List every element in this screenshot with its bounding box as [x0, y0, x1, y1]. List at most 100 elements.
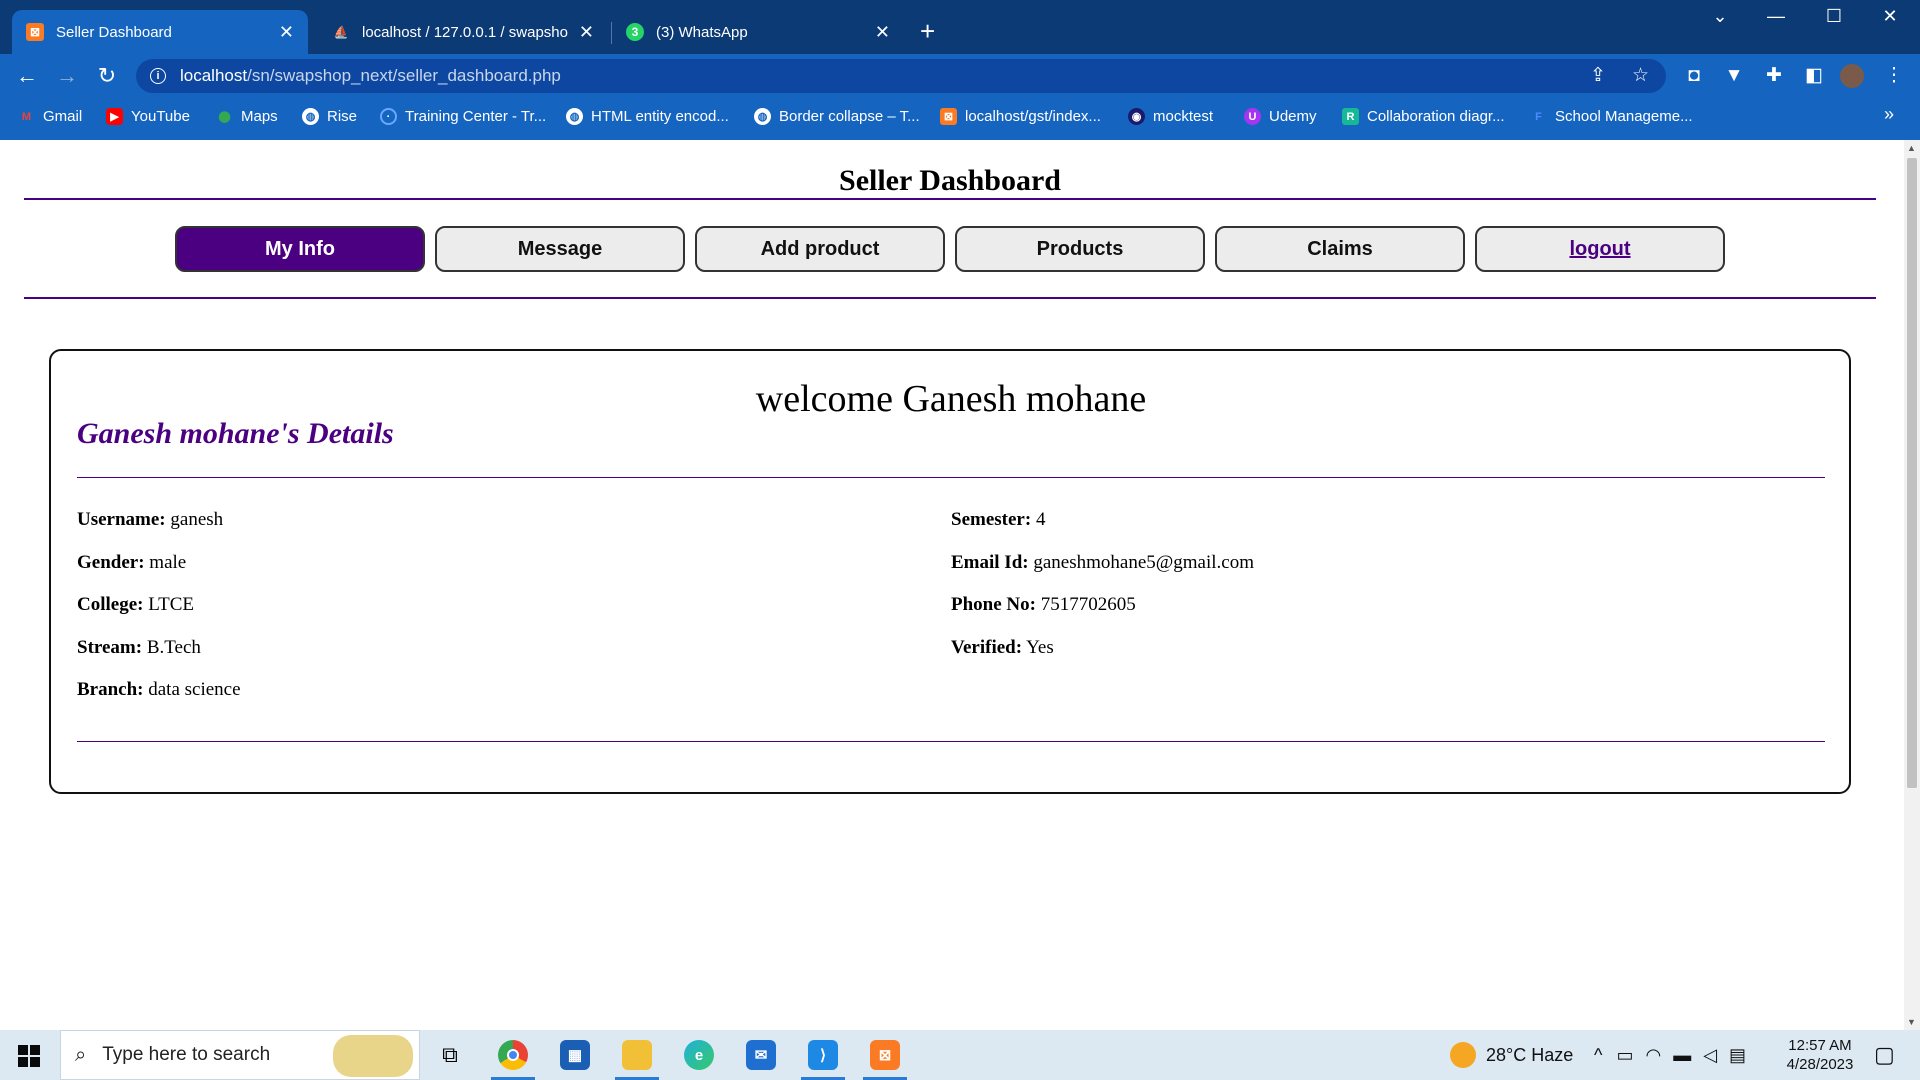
nav-products-button[interactable]: Products	[955, 226, 1205, 272]
details-divider	[77, 477, 1825, 478]
nav-message-button[interactable]: Message	[435, 226, 685, 272]
vue-extension-icon[interactable]: ▼	[1720, 62, 1748, 90]
taskbar-edge[interactable]: e	[669, 1030, 729, 1080]
chevron-up-icon[interactable]: ^	[1594, 1045, 1602, 1066]
bookmark-training-center[interactable]: · Training Center - Tr...	[380, 108, 546, 125]
details-heading: Ganesh mohane's Details	[77, 417, 394, 450]
bookmark-maps[interactable]: ⬤ Maps	[216, 108, 277, 125]
nav-label: Claims	[1307, 237, 1373, 260]
pocket-extension-icon[interactable]: ◘	[1680, 62, 1708, 90]
new-tab-icon[interactable]: +	[920, 16, 935, 46]
tab-search-chevron-icon[interactable]: ⌄	[1700, 6, 1740, 27]
taskbar-chrome[interactable]	[483, 1030, 543, 1080]
nav-label: My Info	[265, 237, 335, 260]
card-bottom-divider	[77, 741, 1825, 742]
volume-icon[interactable]: ◁	[1703, 1045, 1717, 1066]
bookmark-collaboration-diagram[interactable]: R Collaboration diagr...	[1342, 108, 1505, 125]
notifications-icon[interactable]: ▢	[1874, 1030, 1895, 1080]
scroll-up-icon[interactable]: ▲	[1907, 143, 1916, 153]
nav-my-info-button[interactable]: My Info	[175, 226, 425, 272]
bookmark-label: mocktest	[1153, 108, 1214, 125]
bookmark-youtube[interactable]: ▶ YouTube	[106, 108, 190, 125]
bookmark-localhost-gst[interactable]: ⊠ localhost/gst/index...	[940, 108, 1101, 125]
tab-label: localhost / 127.0.0.1 / swapshop_	[362, 23, 569, 41]
reload-icon[interactable]: ↻	[92, 62, 122, 90]
address-bar[interactable]: i localhost/sn/swapshop_next/seller_dash…	[136, 59, 1666, 93]
bookmarks-overflow-icon[interactable]: »	[1884, 104, 1894, 125]
site-info-icon[interactable]: i	[150, 68, 166, 84]
edge-icon: e	[684, 1040, 714, 1070]
nav-add-product-button[interactable]: Add product	[695, 226, 945, 272]
bookmark-label: YouTube	[131, 108, 190, 125]
field-label: Email Id:	[951, 552, 1029, 573]
xampp-icon: ⊠	[26, 23, 44, 41]
scroll-down-icon[interactable]: ▼	[1907, 1017, 1916, 1027]
nav-logout-button[interactable]: logout	[1475, 226, 1725, 272]
field-verified: Verified: Yes	[951, 637, 1054, 659]
bookmark-school-management[interactable]: F School Manageme...	[1530, 108, 1692, 125]
chrome-icon	[498, 1040, 528, 1070]
field-value: ganesh	[170, 509, 224, 530]
bookmark-gmail[interactable]: M Gmail	[18, 108, 82, 125]
task-view-icon[interactable]: ⧉	[420, 1030, 480, 1080]
bookmark-html-entity[interactable]: ◍ HTML entity encod...	[566, 108, 729, 125]
bookmark-rise[interactable]: ◍ Rise	[302, 108, 357, 125]
window-close-icon[interactable]: ✕	[1870, 6, 1910, 27]
bookmark-border-collapse[interactable]: ◍ Border collapse – T...	[754, 108, 920, 125]
field-college: College: LTCE	[77, 594, 194, 616]
taskbar-search-box[interactable]: ⌕ Type here to search	[60, 1030, 420, 1080]
bookmark-label: Border collapse – T...	[779, 108, 920, 125]
globe-icon: ◍	[754, 108, 771, 125]
taskbar-store[interactable]: ▦	[545, 1030, 605, 1080]
taskbar-vscode[interactable]: ⟩	[793, 1030, 853, 1080]
taskbar-file-explorer[interactable]	[607, 1030, 667, 1080]
tab-seller-dashboard[interactable]: ⊠ Seller Dashboard ✕	[12, 10, 308, 54]
field-value: LTCE	[148, 594, 194, 615]
bookmarks-bar: M Gmail ▶ YouTube ⬤ Maps ◍ Rise · Training Ce…	[0, 98, 1920, 140]
close-icon[interactable]: ✕	[875, 22, 890, 43]
xampp-icon: ⊠	[870, 1040, 900, 1070]
bookmark-label: localhost/gst/index...	[965, 108, 1101, 125]
taskbar-mail[interactable]: ✉	[731, 1030, 791, 1080]
maps-pin-icon: ⬤	[218, 111, 231, 123]
bookmark-udemy[interactable]: U Udemy	[1244, 108, 1317, 125]
nav-claims-button[interactable]: Claims	[1215, 226, 1465, 272]
logout-link[interactable]: logout	[1569, 238, 1630, 261]
field-semester: Semester: 4	[951, 509, 1045, 531]
bookmark-label: Rise	[327, 108, 358, 125]
language-icon[interactable]: ▤	[1729, 1045, 1746, 1066]
clock-time: 12:57 AM	[1788, 1037, 1852, 1054]
field-value: data science	[148, 679, 241, 700]
extensions-puzzle-icon[interactable]: ✚	[1760, 62, 1788, 90]
maximize-icon[interactable]: ☐	[1814, 6, 1854, 27]
mocktest-icon: ◉	[1128, 108, 1145, 125]
youtube-icon: ▶	[106, 108, 123, 125]
more-menu-icon[interactable]: ⋮	[1880, 62, 1908, 90]
bookmark-star-icon[interactable]: ☆	[1632, 59, 1649, 93]
tab-whatsapp[interactable]: 3 (3) WhatsApp ✕	[612, 10, 904, 54]
taskbar-clock[interactable]: 12:57 AM 4/28/2023	[1770, 1036, 1870, 1074]
meet-now-icon[interactable]: ▭	[1616, 1045, 1633, 1066]
field-value: B.Tech	[146, 637, 201, 658]
bookmark-mocktest[interactable]: ◉ mocktest	[1128, 108, 1213, 125]
close-icon[interactable]: ✕	[579, 22, 594, 43]
close-icon[interactable]: ✕	[279, 22, 294, 43]
field-value: Yes	[1026, 637, 1054, 658]
tab-phpmyadmin[interactable]: ⛵ localhost / 127.0.0.1 / swapshop_ ✕	[318, 10, 608, 54]
taskbar-xampp[interactable]: ⊠	[855, 1030, 915, 1080]
battery-icon[interactable]: ▬	[1673, 1045, 1691, 1066]
forward-icon[interactable]: →	[52, 62, 82, 90]
field-label: Verified:	[951, 637, 1023, 658]
side-panel-icon[interactable]: ◧	[1800, 62, 1828, 90]
browser-chrome: ⊠ Seller Dashboard ✕ ⛵ localhost / 127.0…	[0, 0, 1920, 140]
windows-start-icon[interactable]	[18, 1045, 40, 1067]
weather-widget[interactable]: 28°C Haze	[1450, 1030, 1573, 1080]
page-scrollbar[interactable]: ▲ ▼	[1904, 140, 1920, 1030]
minimize-icon[interactable]: —	[1756, 6, 1796, 27]
wifi-icon[interactable]: ◠	[1645, 1045, 1661, 1066]
page-viewport: Seller Dashboard My Info Message Add pro…	[0, 140, 1904, 1030]
scrollbar-thumb[interactable]	[1907, 158, 1917, 788]
back-icon[interactable]: ←	[12, 62, 42, 90]
share-icon[interactable]: ⇪	[1590, 59, 1606, 93]
profile-avatar[interactable]	[1838, 62, 1866, 90]
